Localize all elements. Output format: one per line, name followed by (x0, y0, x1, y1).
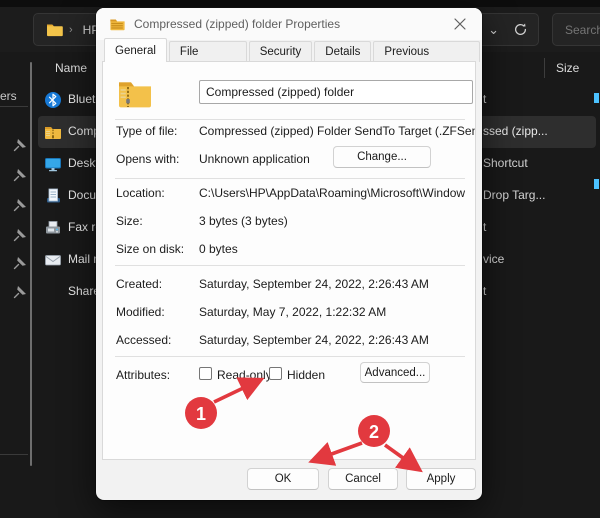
file-name-input[interactable] (199, 80, 473, 104)
file-name-fragment: t (483, 220, 486, 234)
cancel-button[interactable]: Cancel (328, 468, 398, 490)
dialog-title: Compressed (zipped) folder Properties (134, 17, 340, 31)
pin-icon[interactable] (13, 138, 27, 152)
close-icon[interactable] (444, 11, 476, 37)
properties-dialog: Compressed (zipped) folder Properties Ge… (96, 8, 482, 500)
clipped-text-fragment (594, 179, 599, 189)
tab-previous-versions[interactable]: Previous Versions (373, 41, 480, 62)
read-only-checkbox[interactable] (199, 367, 212, 380)
documents-icon (44, 187, 62, 205)
hidden-label[interactable]: Hidden (287, 368, 325, 382)
field-value: Saturday, September 24, 2022, 2:26:43 AM (199, 333, 429, 347)
field-value: C:\Users\HP\AppData\Roaming\Microsoft\Wi… (199, 186, 465, 200)
column-separator[interactable] (544, 58, 545, 78)
mail-icon (44, 251, 62, 269)
read-only-label[interactable]: Read-only (217, 368, 272, 382)
zip-folder-icon (117, 76, 153, 115)
fax-icon (44, 219, 62, 237)
file-name-fragment: t (483, 284, 486, 298)
separator (115, 265, 465, 266)
general-tab-page: Type of file: Compressed (zipped) Folder… (102, 61, 476, 460)
field-value: 0 bytes (199, 242, 238, 256)
field-label: Size on disk: (116, 242, 184, 256)
pin-icon[interactable] (13, 285, 27, 299)
search-box[interactable] (552, 13, 600, 46)
window-top-edge (0, 0, 600, 7)
refresh-icon[interactable] (513, 22, 528, 37)
file-name-fragment: t (483, 92, 486, 106)
pin-icon[interactable] (13, 256, 27, 270)
field-label: Accessed: (116, 333, 171, 347)
separator (115, 119, 465, 120)
field-label: Modified: (116, 305, 165, 319)
tab-security[interactable]: Security (249, 41, 313, 62)
field-label: Opens with: (116, 152, 179, 166)
tab-details[interactable]: Details (314, 41, 371, 62)
sidebar-scrollbar[interactable] (30, 62, 32, 466)
search-input[interactable] (553, 23, 600, 37)
hidden-checkbox[interactable] (269, 367, 282, 380)
column-header-name[interactable]: Name (55, 61, 87, 75)
pin-icon[interactable] (13, 198, 27, 212)
file-name-fragment: Shortcut (483, 156, 528, 170)
tab-general[interactable]: General (104, 38, 167, 62)
field-label: Location: (116, 186, 165, 200)
separator (115, 178, 465, 179)
field-label: Type of file: (116, 124, 177, 138)
apply-button[interactable]: Apply (406, 468, 476, 490)
folder-icon (34, 22, 63, 37)
field-value: Compressed (zipped) Folder SendTo Target… (199, 124, 475, 138)
field-label: Size: (116, 214, 143, 228)
field-value: Unknown application (199, 152, 310, 166)
dialog-titlebar[interactable]: Compressed (zipped) folder Properties (96, 8, 482, 40)
tab-strip: General File Hashes Security Details Pre… (104, 38, 482, 62)
field-value: Saturday, September 24, 2022, 2:26:43 AM (199, 277, 429, 291)
sidebar-divider (0, 454, 28, 455)
ok-button[interactable]: OK (247, 468, 319, 490)
sidebar-item-fragment[interactable]: ers (0, 89, 17, 103)
advanced-button[interactable]: Advanced... (360, 362, 430, 383)
field-value: Saturday, May 7, 2022, 1:22:32 AM (199, 305, 386, 319)
file-name-fragment: ssed (zipp... (483, 124, 548, 138)
desktop-icon (44, 155, 62, 173)
tab-file-hashes[interactable]: File Hashes (169, 41, 247, 62)
pin-icon[interactable] (13, 228, 27, 242)
sidebar-divider (0, 106, 28, 107)
field-value: 3 bytes (3 bytes) (199, 214, 288, 228)
address-dropdown-icon[interactable]: ⌄ (488, 22, 499, 38)
file-name-fragment: Drop Targ... (483, 188, 545, 202)
sharex-icon (44, 283, 62, 301)
separator (115, 356, 465, 357)
field-label: Created: (116, 277, 162, 291)
clipped-text-fragment (594, 93, 599, 103)
pin-icon[interactable] (13, 168, 27, 182)
zip-folder-icon (109, 16, 126, 37)
zip-folder-icon (44, 123, 62, 141)
file-name-fragment: vice (483, 252, 504, 266)
bluetooth-icon (44, 91, 62, 109)
breadcrumb-chevron-icon: › (63, 24, 79, 36)
column-header-size[interactable]: Size (556, 61, 579, 75)
change-button[interactable]: Change... (333, 146, 431, 168)
attributes-label: Attributes: (116, 368, 170, 382)
screenshot-root: › HP › A ⌄ Name Size ers Blueto (0, 0, 600, 518)
